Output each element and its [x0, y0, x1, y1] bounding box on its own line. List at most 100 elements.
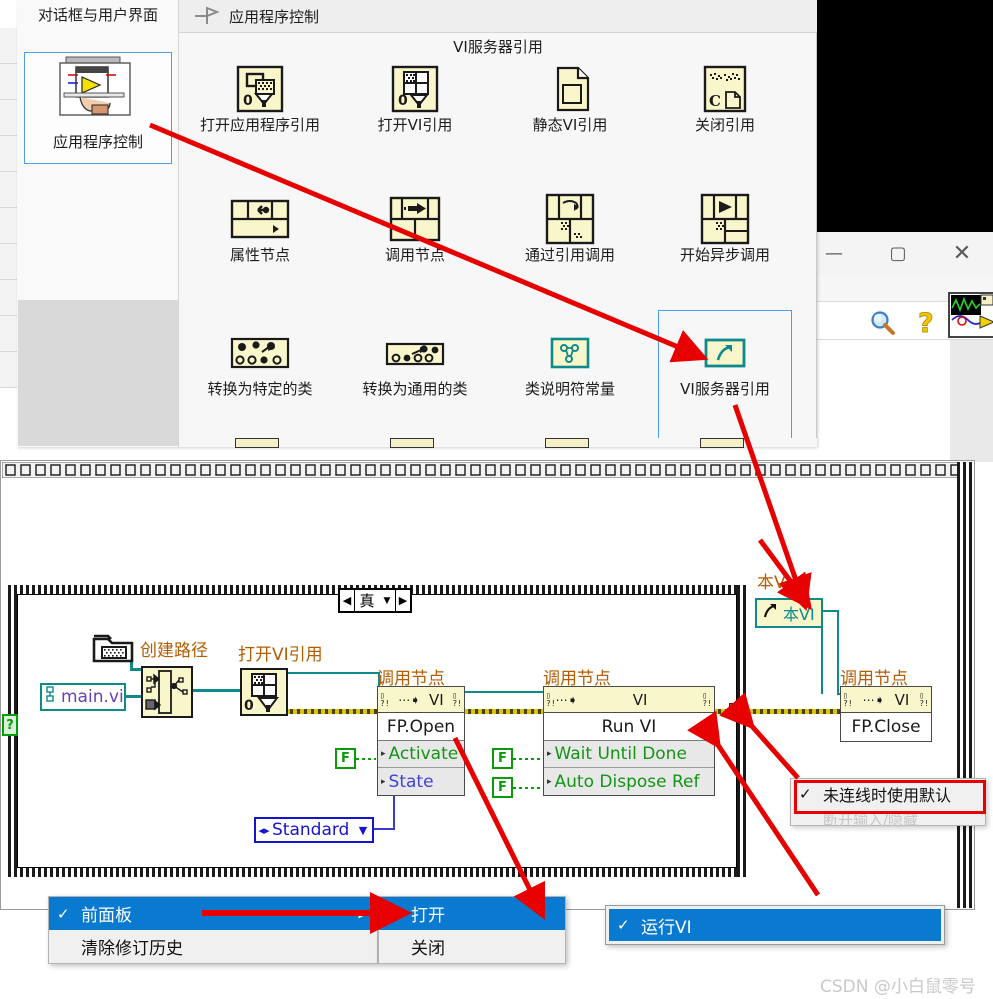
front-panel-context-menu: ✓ 前面板 ▶ 清除修订历史 — [48, 896, 378, 964]
palette-subtitle: VI服务器引用 — [453, 38, 543, 56]
path-constant-main-vi[interactable]: main.vi — [40, 683, 126, 711]
open-vi-reference-icon: 0 — [340, 62, 490, 116]
question-mark-icon[interactable]: ? — [912, 306, 942, 340]
this-vi-label: 本VI — [757, 573, 791, 593]
submenu-arrow-icon: ▶ — [358, 907, 367, 920]
class-specifier-constant-icon — [495, 326, 645, 380]
invoke-node-1-param-label: Activate — [388, 744, 459, 764]
enum-value: Standard — [272, 820, 350, 840]
wire-invoke1-to-invoke2 — [464, 691, 544, 693]
search-icon[interactable] — [866, 308, 898, 336]
window-body-sidebar — [950, 340, 993, 462]
use-default-highlight-box — [794, 780, 986, 814]
enum-constant-standard[interactable]: ◂▸ Standard ▼ — [254, 817, 374, 843]
invoke-node-2-param-wait-until-done[interactable]: ▸ Wait Until Done — [544, 741, 714, 768]
invoke-arrow-icon: ⋯➧ — [398, 692, 421, 707]
case-selector-value: 真 — [359, 592, 375, 610]
palette-item-open-application-reference[interactable]: 0 打开应用程序引用 — [185, 62, 335, 135]
palette-header: 应用程序控制 — [179, 0, 817, 33]
menu-item-clear-revision-history[interactable]: 清除修订历史 — [49, 930, 377, 963]
invoke-node-3-method[interactable]: FP.Close — [841, 713, 931, 741]
menu-item-close[interactable]: 关闭 — [379, 930, 565, 963]
palette-next-row-clipped — [179, 438, 817, 448]
to-more-generic-class-icon — [340, 326, 490, 380]
palette-item-property-node[interactable]: 属性节点 — [185, 192, 335, 265]
palette-item-label: 通过引用调用 — [524, 246, 615, 264]
invoke-node-1-class: VI — [429, 690, 444, 709]
palette-item-invoke-node[interactable]: 调用节点 — [340, 192, 490, 265]
palette-item-call-by-reference[interactable]: 通过引用调用 — [495, 192, 645, 265]
invoke-node-2-method[interactable]: Run VI — [544, 713, 714, 741]
build-path-node[interactable] — [141, 666, 193, 718]
invoke-node-3[interactable]: ▯?! ⋯➧ VI ▯?! FP.Close — [840, 686, 932, 742]
ref-out-terminal-icon: ▯?! — [452, 690, 462, 708]
application-control-icon — [52, 53, 144, 127]
invoke-node-2-param-label: Wait Until Done — [554, 744, 687, 764]
error-wire-1 — [286, 709, 378, 714]
case-selector-prev-icon[interactable]: ◀ — [340, 590, 354, 611]
error-wire-2 — [464, 709, 544, 714]
palette-item-to-more-generic-class[interactable]: 转换为通用的类 — [340, 326, 490, 399]
block-diagram-right-border — [957, 462, 973, 908]
ref-in-terminal-icon: ▯?! — [546, 690, 556, 708]
wire-enum-to-state-h — [371, 828, 395, 830]
chevron-down-icon[interactable]: ▼ — [379, 596, 395, 606]
window-maximize-button[interactable]: ▢ — [880, 236, 916, 270]
pin-icon[interactable] — [193, 6, 221, 26]
start-async-call-icon — [650, 192, 800, 246]
svg-text:0: 0 — [243, 93, 253, 109]
palette-category-panel-empty — [18, 300, 178, 446]
palette-category-title: 对话框与用户界面 — [37, 6, 158, 24]
block-diagram-top-border — [1, 461, 974, 479]
open-vi-reference-node[interactable]: 0 — [240, 668, 288, 716]
call-by-reference-icon — [495, 192, 645, 246]
palette-category-item-app-control[interactable]: 应用程序控制 — [24, 52, 172, 164]
invoke-node-2-param-auto-dispose-ref[interactable]: ▸ Auto Dispose Ref — [544, 768, 714, 795]
menu-item-label: 前面板 — [81, 906, 132, 926]
menu-item-open[interactable]: ✓ 打开 — [379, 897, 565, 930]
menu-item-run-vi[interactable]: ✓ 运行VI — [609, 909, 941, 941]
boolean-constant-false-2[interactable]: F — [492, 748, 513, 769]
param-triangle-icon: ▸ — [381, 776, 386, 787]
palette-item-open-vi-reference[interactable]: 0 打开VI引用 — [340, 62, 490, 135]
boolean-constant-false-3[interactable]: F — [492, 777, 513, 798]
invoke-node-1-method[interactable]: FP.Open — [378, 713, 464, 741]
vi-server-reference-this-vi[interactable]: 本VI — [755, 598, 823, 628]
palette-item-start-async-call[interactable]: 开始异步调用 — [650, 192, 800, 265]
wire-enum-to-state-v — [393, 790, 395, 830]
menu-item-front-panel[interactable]: ✓ 前面板 ▶ — [49, 897, 377, 930]
static-vi-reference-icon — [495, 62, 645, 116]
window-close-button[interactable]: ✕ — [944, 236, 980, 270]
boolean-constant-false-1[interactable]: F — [335, 748, 356, 769]
invoke-node-2[interactable]: ▯?! ⋯➧ VI ▯?! Run VI ▸ Wait Until Done ▸… — [543, 686, 715, 796]
menu-item-label: 打开 — [411, 906, 445, 926]
check-icon: ✓ — [57, 904, 70, 923]
ref-in-terminal-icon: ▯?! — [380, 690, 390, 708]
menu-item-label: 关闭 — [411, 939, 445, 959]
palette-item-static-vi-reference[interactable]: 静态VI引用 — [495, 62, 645, 135]
vi-icon[interactable] — [948, 292, 993, 338]
palette-item-close-reference[interactable]: C 关闭引用 — [650, 62, 800, 135]
front-panel-submenu: ✓ 打开 关闭 — [378, 896, 566, 964]
invoke-node-2-header: ▯?! ⋯➧ VI ▯?! — [544, 687, 714, 713]
open-application-reference-icon: 0 — [185, 62, 335, 116]
chevron-down-icon[interactable]: ▼ — [354, 824, 372, 837]
folder-path-icon[interactable] — [92, 632, 134, 664]
watermark: CSDN @小白鼠零号 — [820, 977, 976, 997]
invoke-node-1-param-label: State — [388, 771, 434, 792]
case-selector-terminal[interactable]: ? — [2, 714, 18, 736]
invoke-node-3-class: VI — [894, 690, 910, 709]
palette-item-class-specifier-constant[interactable]: 类说明符常量 — [495, 326, 645, 399]
ref-out-terminal-icon: ▯?! — [702, 690, 712, 708]
palette-header-title: 应用程序控制 — [229, 7, 320, 26]
case-selector-next-icon[interactable]: ▶ — [396, 590, 410, 611]
invoke-node-1-param-activate[interactable]: ▸ Activate — [378, 741, 464, 768]
palette-item-label: 转换为通用的类 — [362, 380, 468, 398]
window-minimize-button[interactable]: — — [816, 236, 852, 270]
run-vi-context-menu: ✓ 运行VI — [605, 905, 945, 945]
invoke-node-1[interactable]: ▯?! ⋯➧ VI ▯?! FP.Open ▸ Activate ▸ State — [377, 686, 465, 796]
invoke-node-1-param-state[interactable]: ▸ State — [378, 768, 464, 795]
enum-increment-icon[interactable]: ◂▸ — [256, 824, 272, 837]
case-selector[interactable]: ◀ 真 ▼ ▶ — [338, 588, 412, 613]
palette-item-to-more-specific-class[interactable]: 转换为特定的类 — [185, 326, 335, 399]
